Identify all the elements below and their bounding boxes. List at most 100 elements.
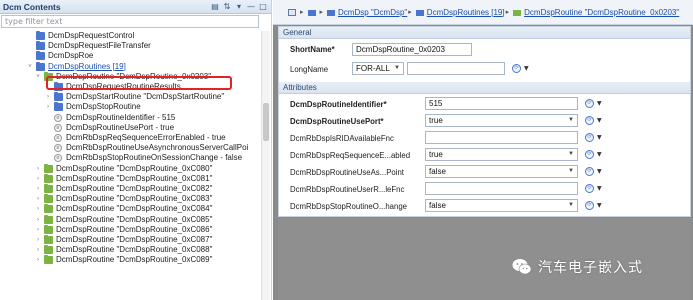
folder-icon (415, 9, 424, 16)
tree-item-label: DcmDspRoutines [19] (48, 61, 126, 71)
folder-icon (54, 92, 63, 102)
language-value: FOR-ALL (356, 64, 390, 73)
chevron-right-icon[interactable]: › (35, 215, 41, 225)
folder-icon (36, 61, 45, 71)
reset-icon[interactable]: ⟳ (585, 167, 594, 176)
chevron-right-icon[interactable]: › (35, 164, 41, 174)
tree-item[interactable]: ˅ DcmDspRoutines [19] (0, 61, 259, 72)
tree-item[interactable]: › DcmDspStartRoutine "DcmDspStartRoutine" (0, 92, 259, 102)
chevron-down-icon: ▼ (568, 168, 574, 174)
reset-icon[interactable]: ⟳ (585, 99, 594, 108)
short-name-field[interactable]: DcmDspRoutine_0x0203 (352, 43, 472, 56)
attribute-select[interactable]: false ▼ (425, 199, 578, 212)
reset-icon[interactable]: ⟳ (585, 116, 594, 125)
tree-item[interactable]: › DcmDspRoutine "DcmDspRoutine_0xC085" (0, 214, 259, 225)
chevron-down-icon[interactable]: ˅ (35, 72, 41, 82)
breadcrumb-link[interactable]: DcmDspRoutines [19] (427, 8, 505, 17)
chevron-right-icon[interactable]: › (35, 184, 41, 194)
editor-panel: ▸ ▸ DcmDsp "DcmDsp" ▸ DcmDspRoutines [19… (273, 0, 693, 300)
attribute-select[interactable]: true ▼ (425, 148, 578, 161)
section-attributes[interactable]: Attributes (279, 82, 690, 94)
attribute-select[interactable]: false ▼ (425, 165, 578, 178)
scrollbar-thumb[interactable] (263, 103, 269, 141)
long-name-language-select[interactable]: FOR-ALL ▼ (352, 62, 404, 75)
tree-view: DcmDspRequestControl DcmDspRequestFileTra… (0, 31, 259, 300)
chevron-down-icon[interactable]: ▼ (597, 100, 602, 107)
tree-item[interactable]: › DcmDspStopRoutine (0, 102, 259, 112)
long-name-field[interactable] (407, 62, 505, 75)
tree-item[interactable]: ≡ DcmDspRoutineUsePort - true (0, 123, 259, 133)
tree-item[interactable]: › DcmDspRoutine "DcmDspRoutine_0xC087" (0, 235, 259, 245)
chevron-right-icon[interactable]: › (35, 225, 41, 235)
reset-icon[interactable]: ⟳ (585, 133, 594, 142)
reset-icon[interactable]: ⟳ (585, 184, 594, 193)
reset-icon[interactable]: ⟳ (585, 150, 594, 159)
filter-input[interactable]: type filter text (1, 15, 259, 28)
tree-item[interactable]: ≡ DcmRbDspStopRoutineOnSessionChange - fa… (0, 153, 259, 163)
chevron-right-icon[interactable]: › (45, 92, 51, 102)
chevron-right-icon[interactable]: › (35, 174, 41, 184)
maximize-icon[interactable]: □ (258, 2, 268, 12)
attribute-value: false (429, 201, 446, 210)
chevron-down-icon[interactable]: ˅ (27, 62, 33, 72)
green-folder-icon (44, 184, 53, 193)
parameter-icon: ≡ (54, 134, 62, 142)
chevron-right-icon[interactable]: › (45, 102, 51, 112)
chevron-down-icon[interactable]: ▼ (597, 168, 602, 175)
reset-icon[interactable]: ⟳ (585, 201, 594, 210)
green-folder-icon (44, 255, 53, 265)
tree-item[interactable]: ≡ DcmDspRoutineIdentifier - 515 (0, 113, 259, 123)
wechat-logo-icon (512, 258, 532, 276)
attribute-field[interactable] (425, 182, 578, 195)
tree-item[interactable]: DcmDspRequestFileTransfer (0, 41, 259, 51)
filter-icon[interactable]: ▾ (234, 2, 244, 12)
attribute-field[interactable] (425, 131, 578, 144)
breadcrumb: ▸ ▸ DcmDsp "DcmDsp" ▸ DcmDspRoutines [19… (273, 0, 693, 25)
chevron-right-icon[interactable]: › (35, 194, 41, 204)
attribute-label: DcmRbDspIsRIDAvailableFnc (290, 134, 394, 143)
chevron-down-icon: ▼ (394, 65, 400, 71)
attribute-value: true (429, 116, 443, 125)
attribute-select[interactable]: true ▼ (425, 114, 578, 127)
green-folder-icon (44, 194, 53, 204)
chevron-down-icon: ▼ (568, 117, 574, 123)
chevron-right-icon[interactable]: › (35, 245, 41, 255)
breadcrumb-link[interactable]: DcmDspRoutine "DcmDspRoutine_0x0203" (524, 8, 679, 17)
reset-icon[interactable]: ⟳ (512, 64, 521, 73)
tree-scrollbar[interactable] (261, 31, 270, 300)
tree-item-label: DcmDspRoutineUsePort - true (66, 122, 175, 132)
link-editor-icon[interactable]: ⇅ (222, 2, 232, 12)
chevron-down-icon[interactable]: ▼ (524, 65, 529, 72)
collapse-all-icon[interactable]: ▤ (210, 2, 220, 12)
tree-item[interactable]: › DcmDspRoutine "DcmDspRoutine_0xC083" (0, 194, 259, 204)
tree-item[interactable]: › DcmDspRoutine "DcmDspRoutine_0xC082" (0, 184, 259, 194)
chevron-down-icon[interactable]: ▼ (597, 134, 602, 141)
tree-item[interactable]: ≡ DcmRbDspRoutineUseAsynchronousServerCal… (0, 143, 259, 153)
tree-item[interactable]: › DcmDspRoutine "DcmDspRoutine_0xC088" (0, 245, 259, 255)
tree-item[interactable]: › DcmDspRoutine "DcmDspRoutine_0xC081" (0, 173, 259, 184)
watermark: 汽车电子嵌入式 (512, 257, 643, 277)
chevron-right-icon[interactable]: › (35, 204, 41, 214)
minimize-icon[interactable]: — (246, 2, 256, 12)
chevron-right-icon[interactable]: › (35, 235, 41, 245)
tree-item[interactable]: › DcmDspRoutine "DcmDspRoutine_0xC089" (0, 255, 259, 265)
breadcrumb-link[interactable]: DcmDsp "DcmDsp" (338, 8, 407, 17)
chevron-down-icon[interactable]: ▼ (597, 151, 602, 158)
tree-item[interactable]: DcmDspRoe (0, 51, 259, 61)
tree-item[interactable]: › DcmDspRoutine "DcmDspRoutine_0xC080" (0, 163, 259, 174)
panel-header: Dcm Contents ▤ ⇅ ▾ — □ (0, 0, 271, 14)
tree-item[interactable]: ≡ DcmRbDspReqSequenceErrorEnabled - true (0, 133, 259, 143)
attribute-field[interactable]: 515 (425, 97, 578, 110)
tree-item[interactable]: DcmDspRequestControl (0, 31, 259, 41)
section-general[interactable]: General (279, 27, 690, 39)
chevron-down-icon[interactable]: ▼ (597, 117, 602, 124)
chevron-right-icon[interactable]: › (35, 255, 41, 265)
attribute-label: DcmRbDspStopRoutineO...hange (290, 202, 408, 211)
tree-item[interactable]: › DcmDspRoutine "DcmDspRoutine_0xC086" (0, 224, 259, 235)
folder-icon (54, 102, 63, 112)
watermark-text: 汽车电子嵌入式 (538, 260, 643, 276)
dcm-contents-panel: Dcm Contents ▤ ⇅ ▾ — □ type filter text … (0, 0, 272, 300)
chevron-down-icon[interactable]: ▼ (597, 185, 602, 192)
chevron-down-icon[interactable]: ▼ (597, 202, 602, 209)
tree-item[interactable]: › DcmDspRoutine "DcmDspRoutine_0xC084" (0, 204, 259, 214)
